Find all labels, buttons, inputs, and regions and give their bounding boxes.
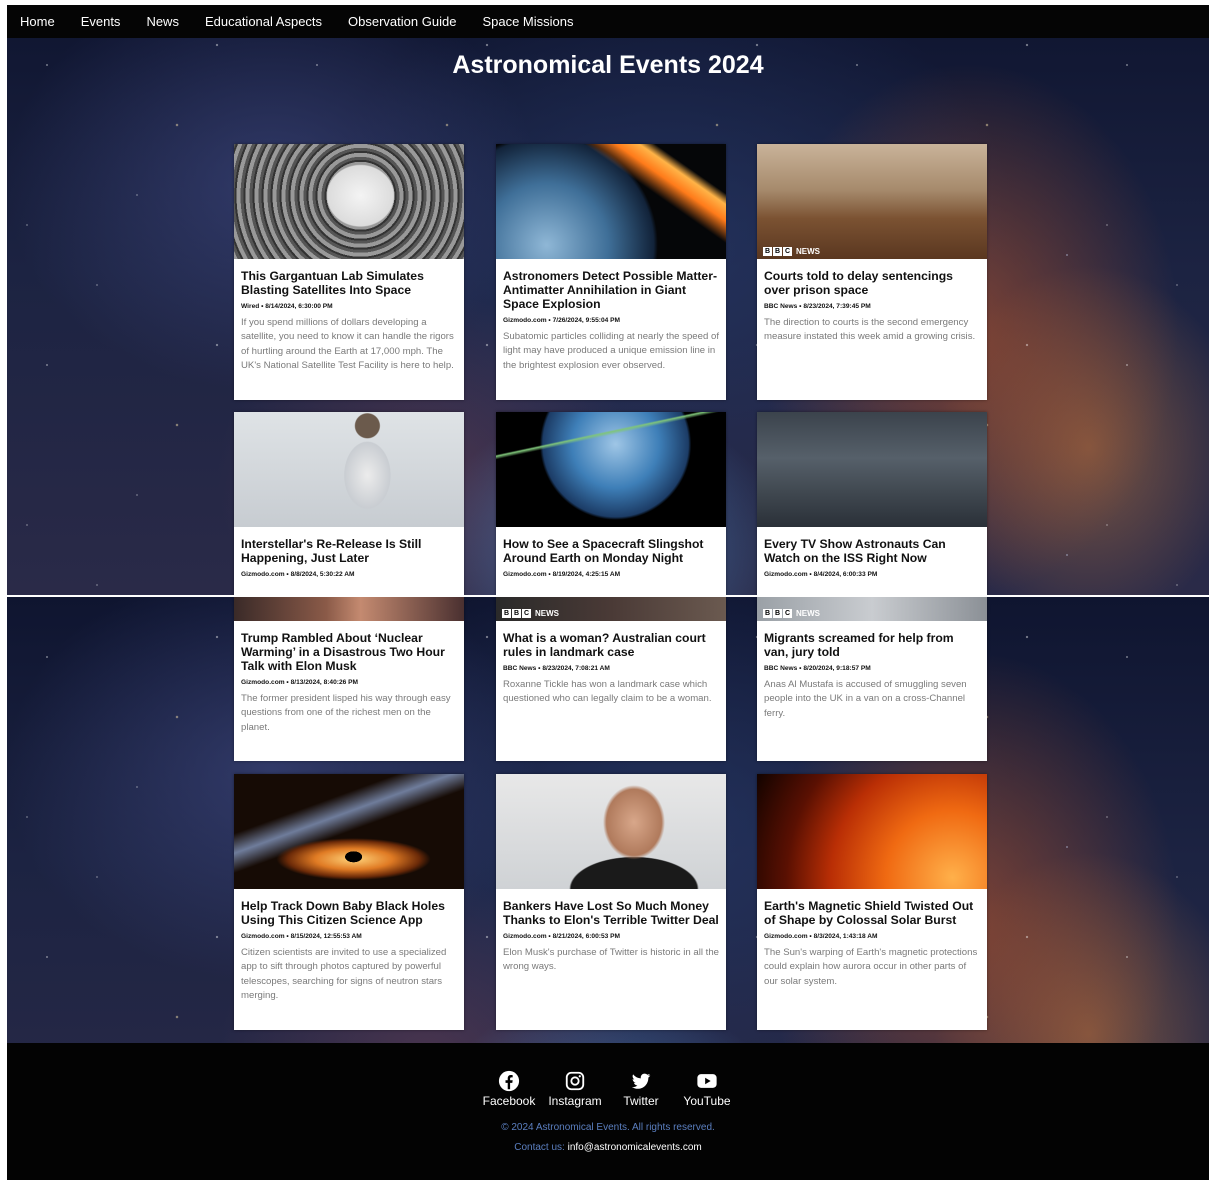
card-title[interactable]: Courts told to delay sentencings over pr… [764, 269, 980, 297]
news-card[interactable]: Bankers Have Lost So Much Money Thanks t… [496, 774, 726, 1030]
youtube-icon [697, 1074, 717, 1088]
social-links: Facebook Instagram Twitter YouTube [7, 1070, 1209, 1108]
news-card[interactable]: B B C NEWS Migrants screamed for help from … [757, 597, 987, 761]
card-description: If you spend millions of dollars develop… [241, 317, 454, 372]
page-title: Astronomical Events 2024 [452, 51, 764, 79]
card-image: B B C NEWS [757, 144, 987, 259]
card-description: Citizen scientists are invited to use a … [241, 947, 447, 1002]
instagram-label: Instagram [548, 1094, 602, 1108]
bbc-logo: B B C NEWS [763, 247, 820, 256]
card-description: Elon Musk's purchase of Twitter is histo… [503, 947, 720, 973]
card-meta: BBC News • 8/23/2024, 7:08:21 AM [503, 665, 610, 672]
card-meta: Gizmodo.com • 8/21/2024, 6:00:53 PM [503, 933, 621, 940]
news-card[interactable]: B B C NEWS Courts told to delay sentencings… [757, 144, 987, 400]
instagram-icon [565, 1071, 585, 1091]
card-meta: Gizmodo.com • 8/19/2024, 4:25:15 AM [503, 571, 621, 578]
youtube-link[interactable]: YouTube [674, 1070, 740, 1108]
news-card[interactable]: B B C NEWS What is a woman? Australian cour… [496, 597, 726, 761]
bbc-logo: B B C NEWS [502, 609, 559, 618]
copyright-text: © 2024 Astronomical Events. All rights r… [501, 1122, 715, 1133]
facebook-link[interactable]: Facebook [476, 1070, 542, 1108]
card-meta: Gizmodo.com • 8/13/2024, 8:40:26 PM [241, 679, 359, 686]
news-card[interactable]: Interstellar's Re-Release Is Still Happe… [234, 412, 464, 595]
card-meta: Wired • 8/14/2024, 6:30:00 PM [241, 303, 333, 310]
card-description: Anas Al Mustafa is accused of smuggling … [764, 679, 967, 719]
card-description: The Sun's warping of Earth's magnetic pr… [764, 947, 978, 987]
card-image: B B C NEWS [496, 597, 726, 621]
card-meta: Gizmodo.com • 8/3/2024, 1:43:18 AM [764, 933, 878, 940]
nav-space-missions[interactable]: Space Missions [469, 14, 586, 29]
news-card[interactable]: Every TV Show Astronauts Can Watch on th… [757, 412, 987, 595]
card-meta: Gizmodo.com • 8/4/2024, 6:00:33 PM [764, 571, 878, 578]
nav-educational-aspects[interactable]: Educational Aspects [192, 14, 335, 29]
card-description: The former president lisped his way thro… [241, 693, 451, 733]
instagram-link[interactable]: Instagram [542, 1070, 608, 1108]
facebook-label: Facebook [482, 1094, 536, 1108]
contact-email-link[interactable]: info@astronomicalevents.com [568, 1142, 702, 1153]
card-image [757, 774, 987, 889]
news-card[interactable]: Earth's Magnetic Shield Twisted Out of S… [757, 774, 987, 1030]
news-card[interactable]: Help Track Down Baby Black Holes Using T… [234, 774, 464, 1030]
card-title[interactable]: Help Track Down Baby Black Holes Using T… [241, 899, 457, 927]
card-image [234, 412, 464, 527]
card-image: B B C NEWS [757, 597, 987, 621]
nav-events[interactable]: Events [68, 14, 134, 29]
twitter-label: Twitter [623, 1094, 659, 1108]
nav-observation-guide[interactable]: Observation Guide [335, 14, 469, 29]
card-description: Subatomic particles colliding at nearly … [503, 331, 719, 371]
card-title[interactable]: This Gargantuan Lab Simulates Blasting S… [241, 269, 457, 297]
card-meta: Gizmodo.com • 7/26/2024, 9:55:04 PM [503, 317, 621, 324]
card-title[interactable]: Bankers Have Lost So Much Money Thanks t… [503, 899, 719, 927]
card-image [496, 412, 726, 527]
facebook-icon [498, 1070, 520, 1092]
news-card[interactable]: Trump Rambled About ‘Nuclear Warming’ in… [234, 597, 464, 761]
card-title[interactable]: Every TV Show Astronauts Can Watch on th… [764, 537, 980, 565]
card-image [234, 597, 464, 621]
card-title[interactable]: What is a woman? Australian court rules … [503, 631, 719, 659]
news-card[interactable]: This Gargantuan Lab Simulates Blasting S… [234, 144, 464, 400]
nav-home[interactable]: Home [7, 14, 68, 29]
card-image [234, 144, 464, 259]
card-description: The direction to courts is the second em… [764, 317, 976, 343]
card-title[interactable]: Earth's Magnetic Shield Twisted Out of S… [764, 899, 980, 927]
navbar: Home Events News Educational Aspects Obs… [7, 5, 1209, 38]
card-title[interactable]: How to See a Spacecraft Slingshot Around… [503, 537, 719, 565]
card-title[interactable]: Interstellar's Re-Release Is Still Happe… [241, 537, 457, 565]
youtube-label: YouTube [683, 1094, 731, 1108]
card-image [234, 774, 464, 889]
contact-line: Contact us: info@astronomicalevents.com [7, 1142, 1209, 1153]
news-card[interactable]: How to See a Spacecraft Slingshot Around… [496, 412, 726, 595]
card-meta: BBC News • 8/23/2024, 7:39:45 PM [764, 303, 871, 310]
card-title[interactable]: Migrants screamed for help from van, jur… [764, 631, 980, 659]
card-meta: Gizmodo.com • 8/8/2024, 5:30:22 AM [241, 571, 355, 578]
twitter-icon [631, 1073, 651, 1089]
card-title[interactable]: Trump Rambled About ‘Nuclear Warming’ in… [241, 631, 457, 673]
viewport-top: Home Events News Educational Aspects Obs… [7, 5, 1209, 595]
viewport-bottom: Trump Rambled About ‘Nuclear Warming’ in… [7, 597, 1209, 1180]
card-image [757, 412, 987, 527]
card-meta: Gizmodo.com • 8/15/2024, 12:55:53 AM [241, 933, 362, 940]
card-description: Roxanne Tickle has won a landmark case w… [503, 679, 712, 705]
twitter-link[interactable]: Twitter [608, 1070, 674, 1108]
news-card[interactable]: Astronomers Detect Possible Matter-Antim… [496, 144, 726, 400]
bbc-logo: B B C NEWS [763, 609, 820, 618]
card-title[interactable]: Astronomers Detect Possible Matter-Antim… [503, 269, 719, 311]
card-image [496, 774, 726, 889]
contact-label: Contact us: [514, 1142, 565, 1153]
footer: Facebook Instagram Twitter YouTube © 202… [7, 1043, 1209, 1180]
card-meta: BBC News • 8/20/2024, 9:18:57 PM [764, 665, 871, 672]
card-image [496, 144, 726, 259]
nav-news[interactable]: News [133, 14, 192, 29]
